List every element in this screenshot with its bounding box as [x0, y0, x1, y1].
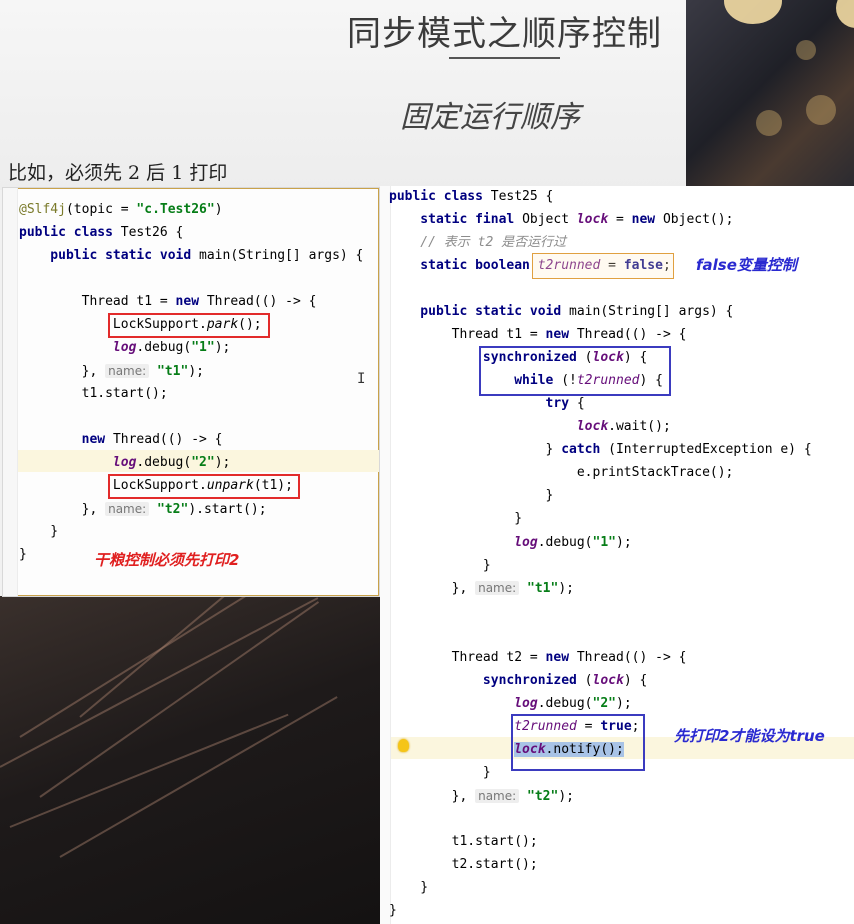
- park-highlight-box: [108, 313, 270, 338]
- code-line: public static void main(String[] args) {: [389, 304, 734, 319]
- code-line: // 表示 t2 是否运行过: [389, 235, 567, 250]
- code-line: }, name: "t1");: [389, 581, 574, 596]
- code-line: Thread t2 = new Thread(() -> {: [389, 650, 687, 665]
- annotation-left: 干粮控制必须先打印2: [94, 551, 240, 569]
- code-editor-test26[interactable]: @Slf4j(topic = "c.Test26") public class …: [2, 187, 380, 597]
- code-line: log.debug("2");: [112, 455, 231, 470]
- decorative-artwork-top: [686, 0, 854, 190]
- code-line: }, name: "t1");: [19, 364, 204, 379]
- example-caption: 比如，必须先 2 后 1 打印: [8, 162, 228, 184]
- code-line: t1.start();: [389, 834, 538, 849]
- code-line: t1.start();: [19, 386, 168, 401]
- code-line: }: [19, 547, 27, 562]
- slide-subtitle: 固定运行顺序: [400, 100, 580, 135]
- annotation-print-2-first: 先打印2才能设为true: [674, 727, 825, 745]
- code-line: }: [389, 511, 523, 526]
- code-line: public class Test25 {: [389, 189, 554, 204]
- code-line: new Thread(() -> {: [81, 432, 223, 447]
- unpark-highlight-box: [108, 474, 300, 499]
- code-line: @Slf4j(topic = "c.Test26"): [19, 202, 223, 217]
- annotation-false-control: false变量控制: [696, 256, 797, 274]
- code-line: public static void main(String[] args) {: [19, 248, 364, 263]
- code-line: }: [389, 558, 491, 573]
- code-line: synchronized (lock) {: [482, 673, 648, 688]
- code-line: } catch (InterruptedException e) {: [389, 442, 812, 457]
- code-line: }: [19, 524, 59, 539]
- code-line: log.debug("1");: [112, 340, 231, 355]
- synchronized-while-box: [479, 346, 671, 396]
- code-line: }, name: "t2").start();: [19, 502, 267, 517]
- code-line: t2.start();: [389, 857, 538, 872]
- editor-gutter: [380, 186, 391, 924]
- code-editor-test25[interactable]: public class Test25 { static final Objec…: [380, 186, 854, 924]
- code-line: Thread t1 = new Thread(() -> {: [19, 294, 317, 309]
- code-line: Thread t1 = new Thread(() -> {: [389, 327, 687, 342]
- code-line: lock.wait();: [576, 419, 671, 434]
- title-underline: [449, 57, 560, 59]
- text-cursor-icon: I: [357, 371, 366, 387]
- code-line: log.debug("2");: [514, 696, 632, 711]
- code-line: e.printStackTrace();: [389, 465, 734, 480]
- code-line: }: [389, 880, 429, 895]
- code-line: public class Test26 {: [19, 225, 184, 240]
- editor-gutter: [3, 188, 18, 596]
- code-line: }: [389, 903, 397, 918]
- t2runned-highlight-box: [532, 253, 674, 279]
- code-line: }, name: "t2");: [389, 789, 574, 804]
- notify-highlight-box: [511, 714, 645, 771]
- code-line: try {: [545, 396, 585, 411]
- code-line: }: [389, 488, 554, 503]
- code-line: log.debug("1");: [514, 535, 632, 550]
- code-line: }: [389, 765, 491, 780]
- slide-title: 同步模式之顺序控制: [347, 14, 662, 54]
- lightbulb-icon[interactable]: [398, 739, 409, 752]
- code-line: static final Object lock = new Object();: [389, 212, 734, 227]
- decorative-artwork-bottom: [0, 596, 380, 924]
